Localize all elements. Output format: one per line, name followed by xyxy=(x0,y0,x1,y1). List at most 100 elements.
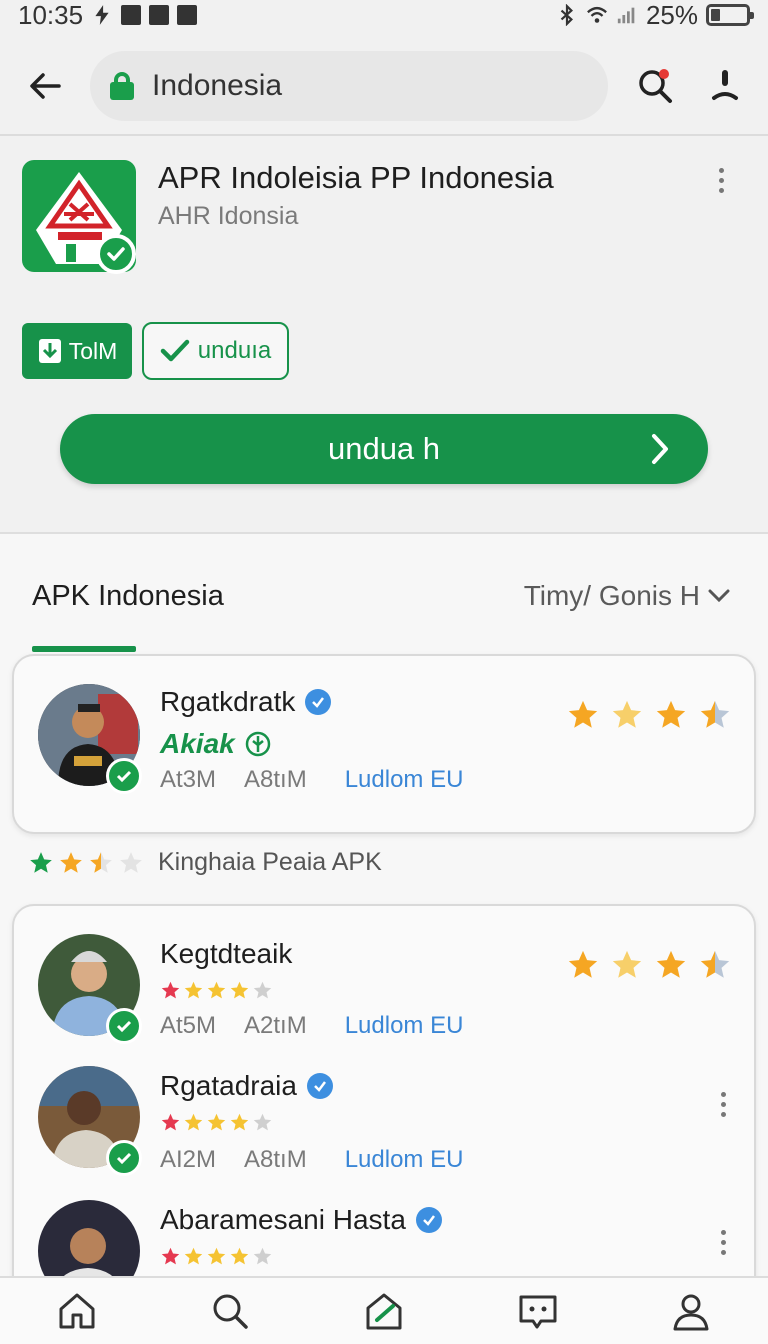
tab-indicator xyxy=(32,646,136,652)
star-icon xyxy=(253,1247,272,1265)
verified-badge-icon xyxy=(96,234,136,274)
item-more-button[interactable] xyxy=(721,1092,727,1117)
star-icon xyxy=(656,700,686,728)
nav-search[interactable] xyxy=(195,1281,265,1341)
wifi-icon xyxy=(587,6,607,23)
verified-badge-icon xyxy=(106,758,142,794)
download-main-label: undua h xyxy=(327,431,441,466)
download-main-button[interactable]: undua h xyxy=(60,414,708,484)
search-icon xyxy=(639,69,672,103)
divider xyxy=(0,134,768,136)
profile-icon xyxy=(673,1294,709,1331)
list-item-name-text: Rgatadraia xyxy=(160,1070,297,1101)
download-small-button[interactable]: TolM xyxy=(22,323,132,379)
list-item-name-text: Abaramesani Hasta xyxy=(160,1204,406,1235)
sort-dropdown[interactable]: Timy/ Gonis H xyxy=(524,580,730,612)
card-meta: At3M A8tıM Ludlom EU xyxy=(160,766,463,794)
rating-stars xyxy=(566,948,732,982)
tab-apk-indonesia[interactable]: APK Indonesia xyxy=(32,580,224,613)
star-icon xyxy=(253,981,272,999)
meta-downloads: At3M xyxy=(160,766,217,793)
meta-link[interactable]: Ludlom EU xyxy=(345,766,464,794)
mini-rating-stars xyxy=(160,1112,273,1133)
chevron-down-icon xyxy=(708,589,730,603)
nav-home[interactable] xyxy=(42,1281,112,1341)
nav-chat[interactable] xyxy=(503,1281,573,1341)
status-time: 10:35 xyxy=(18,0,84,30)
star-icon xyxy=(568,700,598,728)
bottom-nav xyxy=(0,1276,768,1344)
star-icon xyxy=(120,851,142,873)
install-status-label: unduıa xyxy=(197,337,272,364)
notification-icon xyxy=(121,5,142,25)
rating-row-label: Kinghaia Peaia APK xyxy=(158,848,382,876)
blue-verified-icon xyxy=(305,689,332,715)
top-bar: Indonesia xyxy=(0,38,768,134)
star-icon xyxy=(656,950,686,978)
lock-icon xyxy=(110,72,134,100)
back-button[interactable] xyxy=(0,41,90,131)
app-more-button[interactable] xyxy=(719,168,725,193)
star-icon xyxy=(700,700,730,728)
star-icon xyxy=(90,851,112,873)
card-name-text: Rgatkdratk xyxy=(160,686,296,717)
home-icon xyxy=(59,1293,95,1329)
search-value: Indonesia xyxy=(152,69,283,102)
star-icon xyxy=(60,851,82,873)
meta-downloads: At5M xyxy=(160,1012,217,1039)
blue-verified-icon xyxy=(415,1207,442,1233)
download-icon xyxy=(38,339,61,363)
nav-profile[interactable] xyxy=(656,1281,726,1341)
star-icon xyxy=(230,1113,249,1131)
nav-store[interactable] xyxy=(349,1281,419,1341)
star-icon xyxy=(207,981,226,999)
star-icon xyxy=(207,1247,226,1265)
star-icon xyxy=(230,1247,249,1265)
battery-icon xyxy=(706,4,754,26)
star-icon xyxy=(30,851,52,873)
meta-downloads: AI2M xyxy=(160,1146,217,1173)
search-input[interactable]: Indonesia xyxy=(90,51,608,121)
status-bar: 10:35 25% xyxy=(0,0,768,30)
star-icon xyxy=(184,1113,203,1131)
search-icon xyxy=(213,1294,249,1329)
account-button[interactable] xyxy=(690,51,760,121)
back-arrow-icon xyxy=(30,73,61,99)
download-small-label: TolM xyxy=(68,337,118,364)
leaf-icon xyxy=(245,731,270,757)
app-title: APR Indoleisia PP Indonesia xyxy=(158,160,554,195)
account-icon xyxy=(712,70,738,100)
app-developer[interactable]: AHR Idonsia xyxy=(158,202,298,231)
star-icon xyxy=(568,950,598,978)
install-status-button[interactable]: unduıa xyxy=(142,322,289,380)
star-icon xyxy=(184,1247,203,1265)
card-tag-text: Akiak xyxy=(160,728,235,759)
battery-percent: 25% xyxy=(645,0,698,30)
verified-badge-icon xyxy=(106,1008,142,1044)
list-item-meta: At5M A2tıM Ludlom EU xyxy=(160,1012,463,1040)
star-icon xyxy=(161,1247,180,1265)
meta-link[interactable]: Ludlom EU xyxy=(345,1146,464,1174)
notification-icon xyxy=(149,5,170,25)
star-icon xyxy=(612,700,642,728)
image-icon xyxy=(177,5,198,25)
flash-icon xyxy=(95,5,109,25)
chevron-right-icon xyxy=(652,434,668,464)
app-card[interactable]: Rgatkdratk Akiak At3M A8tıM Ludlom EU xyxy=(12,654,756,834)
sort-label: Timy/ Gonis H xyxy=(523,580,700,611)
meta-link[interactable]: Ludlom EU xyxy=(345,1012,464,1040)
mini-rating-stars xyxy=(160,980,273,1001)
meta-size: A2tıM xyxy=(244,1012,307,1039)
meta-size: A8tıM xyxy=(244,766,307,793)
rating-row: Kinghaia Peaia APK xyxy=(28,848,382,877)
mini-rating-stars xyxy=(160,1246,273,1267)
meta-size: A8tıM xyxy=(244,1146,307,1173)
check-icon xyxy=(160,339,190,362)
verified-badge-icon xyxy=(106,1140,142,1176)
card-tag: Akiak xyxy=(160,728,271,760)
item-more-button[interactable] xyxy=(721,1230,727,1255)
search-button[interactable] xyxy=(620,51,690,121)
star-icon xyxy=(161,981,180,999)
list-item-name: Abaramesani Hasta xyxy=(160,1204,442,1236)
app-list-card: Kegtdteaik At5M A2tıM Ludlom EU Rgatadra… xyxy=(12,904,756,1304)
